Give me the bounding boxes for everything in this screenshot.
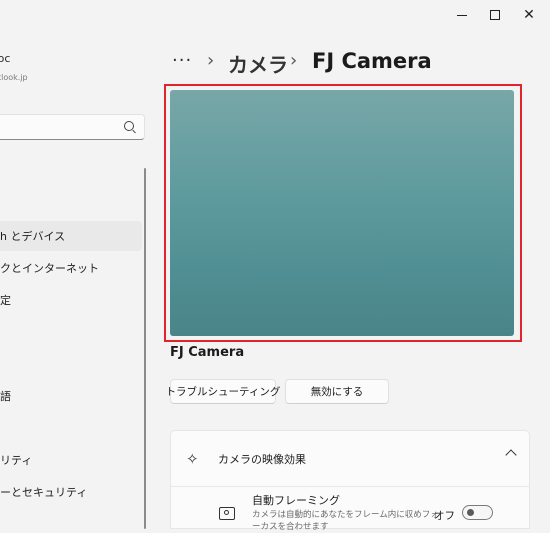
- auto-framing-icon: [219, 507, 235, 520]
- user-name: hmoc: [0, 52, 11, 65]
- minimize-button[interactable]: [445, 0, 479, 30]
- breadcrumb-separator-icon: ›: [290, 50, 298, 71]
- close-button[interactable]: ✕: [512, 0, 546, 30]
- settings-window: ✕ hmoc @outlook.jp h とデバイス クとインターネット 定 語…: [0, 0, 550, 532]
- sidebar-item-label: クとインターネット: [0, 262, 99, 275]
- sidebar-item-label: 語: [0, 390, 11, 403]
- auto-framing-description: カメラは自動的にあなたをフレーム内に収めフォーカスを合わせます: [252, 510, 439, 532]
- minimize-icon: [457, 14, 467, 16]
- breadcrumb-more-button[interactable]: ···: [172, 50, 192, 71]
- sidebar-item-network[interactable]: クとインターネット: [0, 253, 142, 283]
- sparkle-icon: ✧: [186, 450, 199, 468]
- auto-framing-toggle-label: オフ: [434, 510, 455, 522]
- user-email: @outlook.jp: [0, 73, 28, 82]
- nav-scrollbar[interactable]: [144, 168, 146, 529]
- maximize-icon: [490, 10, 500, 20]
- sidebar-item-time-language[interactable]: 語: [0, 381, 142, 411]
- page-title: FJ Camera: [312, 49, 432, 73]
- sidebar-item-accessibility[interactable]: リティ: [0, 445, 142, 475]
- sidebar-item-label: ーとセキュリティ: [0, 486, 88, 499]
- sidebar-item-devices[interactable]: h とデバイス: [0, 221, 142, 251]
- sidebar-item-label: リティ: [0, 454, 33, 467]
- settings-search-input[interactable]: [0, 114, 145, 140]
- close-icon: ✕: [523, 7, 535, 23]
- camera-effects-card: ✧ カメラの映像効果 自動フレーミング カメラは自動的にあなたをフレーム内に収め…: [170, 430, 530, 532]
- sidebar-item-personalization[interactable]: 定: [0, 285, 142, 315]
- sidebar-item-label: 定: [0, 294, 11, 307]
- troubleshoot-button[interactable]: トラブルシューティング: [166, 379, 280, 404]
- camera-effects-header[interactable]: ✧ カメラの映像効果: [171, 431, 529, 486]
- sidebar-item-privacy-security[interactable]: ーとセキュリティ: [0, 477, 142, 507]
- toggle-knob: [467, 509, 474, 516]
- device-name: FJ Camera: [170, 345, 245, 360]
- camera-preview: [170, 90, 514, 336]
- search-icon[interactable]: [124, 121, 134, 131]
- breadcrumb-camera-link[interactable]: カメラ: [228, 49, 288, 78]
- breadcrumb-separator-icon: ›: [207, 50, 215, 71]
- chevron-up-icon[interactable]: [505, 449, 517, 461]
- maximize-button[interactable]: [478, 0, 512, 30]
- auto-framing-title: 自動フレーミング: [252, 494, 340, 507]
- sidebar-item-label: h とデバイス: [0, 230, 66, 243]
- disable-button[interactable]: 無効にする: [285, 379, 389, 404]
- divider: [171, 486, 529, 487]
- camera-effects-title: カメラの映像効果: [218, 453, 306, 466]
- auto-framing-toggle[interactable]: [462, 505, 493, 520]
